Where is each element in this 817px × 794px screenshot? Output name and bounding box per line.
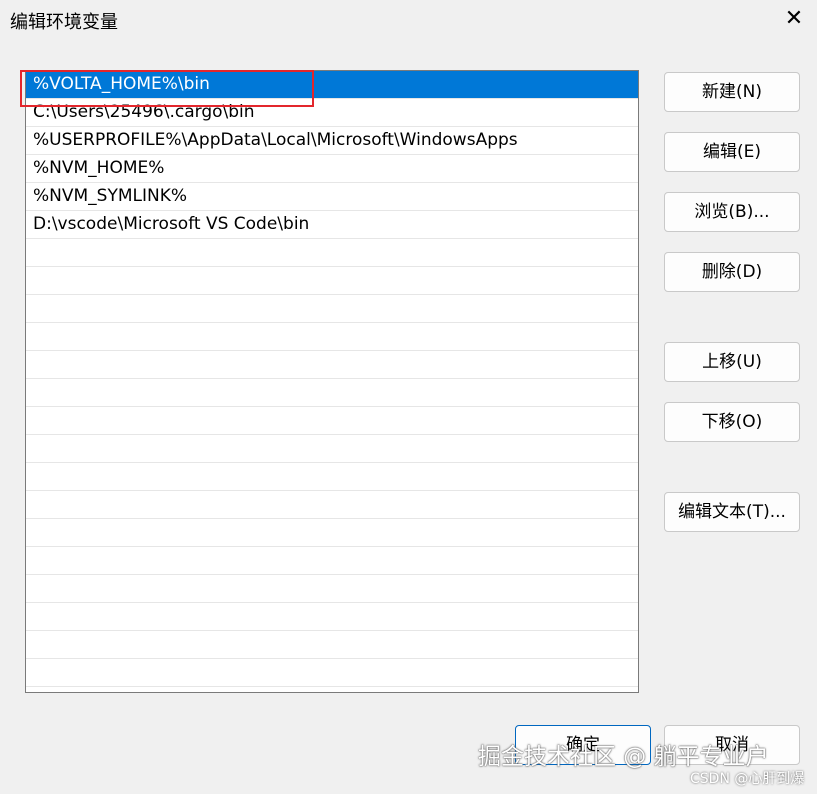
edit-text-button[interactable]: 编辑文本(T)...	[664, 492, 800, 532]
list-item-text: D:\vscode\Microsoft VS Code\bin	[33, 214, 310, 234]
delete-button[interactable]: 删除(D)	[664, 252, 800, 292]
path-list[interactable]: %VOLTA_HOME%\bin C:\Users\25496\.cargo\b…	[25, 70, 639, 693]
empty-rows	[26, 239, 638, 687]
empty-list-row	[26, 463, 638, 491]
empty-list-row	[26, 491, 638, 519]
empty-list-row	[26, 519, 638, 547]
list-item-text: %VOLTA_HOME%\bin	[33, 74, 210, 94]
empty-list-row	[26, 407, 638, 435]
browse-button[interactable]: 浏览(B)...	[664, 192, 800, 232]
empty-list-row	[26, 267, 638, 295]
empty-list-row	[26, 575, 638, 603]
window-title: 编辑环境变量	[10, 12, 118, 33]
empty-list-row	[26, 239, 638, 267]
empty-list-row	[26, 323, 638, 351]
empty-list-row	[26, 547, 638, 575]
move-up-button[interactable]: 上移(U)	[664, 342, 800, 382]
watermark-text: 掘金技术社区 @ 躺平专业户	[478, 744, 769, 770]
list-item[interactable]: %NVM_HOME%	[26, 155, 638, 183]
list-item[interactable]: %VOLTA_HOME%\bin	[26, 71, 638, 99]
list-item[interactable]: C:\Users\25496\.cargo\bin	[26, 99, 638, 127]
list-item-text: %NVM_SYMLINK%	[33, 186, 188, 206]
empty-list-row	[26, 351, 638, 379]
move-down-button[interactable]: 下移(O)	[664, 402, 800, 442]
empty-list-row	[26, 379, 638, 407]
new-button[interactable]: 新建(N)	[664, 72, 800, 112]
list-item[interactable]: %USERPROFILE%\AppData\Local\Microsoft\Wi…	[26, 127, 638, 155]
watermark-subtext: CSDN @心肝到爆	[690, 771, 805, 787]
empty-list-row	[26, 631, 638, 659]
close-icon[interactable]: ✕	[779, 4, 809, 34]
edit-button[interactable]: 编辑(E)	[664, 132, 800, 172]
list-item-text: C:\Users\25496\.cargo\bin	[33, 102, 255, 122]
list-item-text: %USERPROFILE%\AppData\Local\Microsoft\Wi…	[33, 130, 518, 150]
empty-list-row	[26, 603, 638, 631]
empty-list-row	[26, 659, 638, 687]
list-item-text: %NVM_HOME%	[33, 158, 165, 178]
list-item[interactable]: D:\vscode\Microsoft VS Code\bin	[26, 211, 638, 239]
list-item[interactable]: %NVM_SYMLINK%	[26, 183, 638, 211]
empty-list-row	[26, 435, 638, 463]
empty-list-row	[26, 295, 638, 323]
title-bar: 编辑环境变量 ✕	[0, 0, 817, 40]
